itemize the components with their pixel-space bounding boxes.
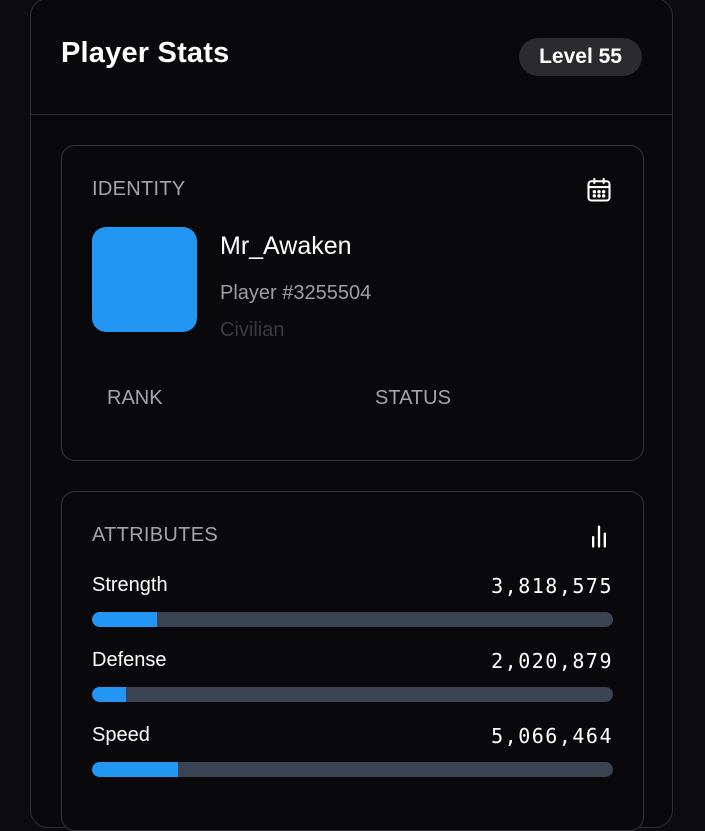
avatar xyxy=(92,227,197,332)
stat-value: 5,066,464 xyxy=(491,724,613,748)
player-id: Player #3255504 xyxy=(220,282,372,304)
identity-section-label: IDENTITY xyxy=(92,178,186,200)
level-badge: Level 55 xyxy=(519,38,642,76)
stat-name: Defense xyxy=(92,649,167,671)
stat-bar-track xyxy=(92,687,613,702)
stat-bar-fill xyxy=(92,762,178,777)
page-title: Player Stats xyxy=(61,37,230,69)
stat-row-strength: Strength 3,818,575 xyxy=(92,574,613,634)
stat-name: Speed xyxy=(92,724,150,746)
bar-chart-icon[interactable] xyxy=(585,522,613,550)
stat-name: Strength xyxy=(92,574,168,596)
stat-bar-fill xyxy=(92,687,126,702)
rank-label: RANK xyxy=(107,387,163,409)
stat-bar-track xyxy=(92,612,613,627)
stat-bar-fill xyxy=(92,612,158,627)
player-role: Civilian xyxy=(220,319,285,341)
status-label: STATUS xyxy=(375,387,451,409)
stat-value: 2,020,879 xyxy=(491,649,613,673)
attributes-card: ATTRIBUTES Strength 3,818,575 Defense 2,… xyxy=(61,491,644,831)
player-name: Mr_Awaken xyxy=(220,232,352,260)
stat-row-defense: Defense 2,020,879 xyxy=(92,649,613,709)
player-stats-panel: Player Stats Level 55 IDENTITY Mr_Awaken… xyxy=(30,0,673,831)
panel-header: Player Stats Level 55 xyxy=(31,0,672,115)
stat-bar-track xyxy=(92,762,613,777)
identity-card: IDENTITY Mr_Awaken Player #3255504 Civil… xyxy=(61,145,644,461)
calendar-icon[interactable] xyxy=(585,176,613,204)
stat-row-speed: Speed 5,066,464 xyxy=(92,724,613,784)
attributes-section-label: ATTRIBUTES xyxy=(92,524,218,546)
stat-value: 3,818,575 xyxy=(491,574,613,598)
